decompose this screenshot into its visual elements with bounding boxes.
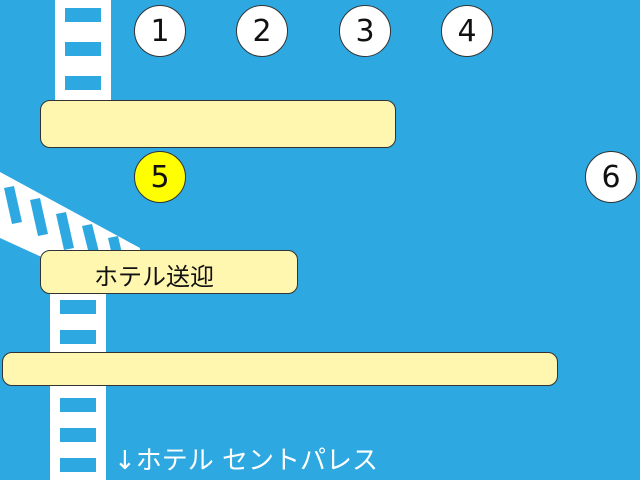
stop-6-marker[interactable]: 6 — [585, 151, 637, 203]
platform-upper — [40, 100, 396, 148]
hotel-direction-label: ↓ホテル セントパレス — [114, 446, 379, 476]
stop-5-marker[interactable]: 5 — [134, 151, 186, 203]
stop-1-marker[interactable]: 1 — [134, 5, 186, 57]
bus-stop-map: 1 2 3 4 5 6 ホテル送迎 ↓ホテル セントパレス — [0, 0, 640, 480]
stop-4-marker[interactable]: 4 — [441, 5, 493, 57]
crosswalk-middle — [50, 292, 106, 354]
stop-2-marker[interactable]: 2 — [236, 5, 288, 57]
hotel-shuttle-label: ホテル送迎 — [94, 263, 214, 291]
crosswalk-bottom — [50, 384, 106, 480]
stop-3-marker[interactable]: 3 — [339, 5, 391, 57]
platform-lower — [2, 352, 558, 386]
